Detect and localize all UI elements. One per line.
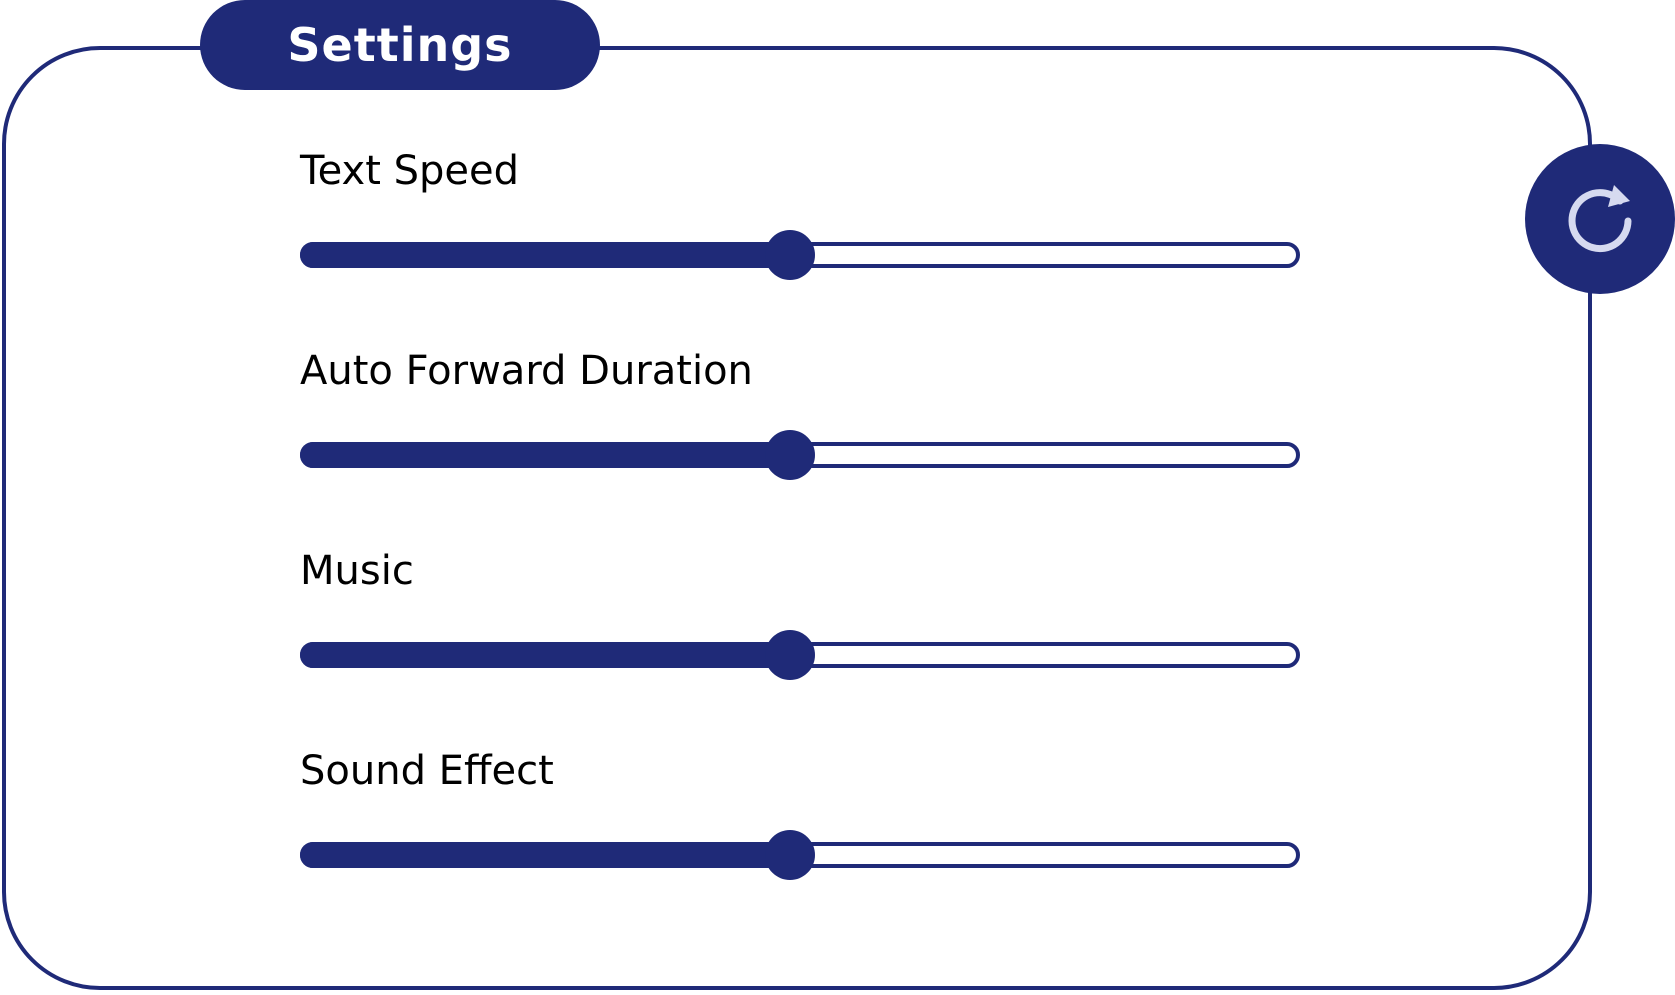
slider-fill [300,642,790,668]
sound-effect-slider[interactable] [300,830,1300,880]
auto-forward-duration-label: Auto Forward Duration [300,348,753,394]
auto-forward-duration-slider[interactable] [300,430,1300,480]
reset-icon [1568,185,1632,253]
slider-fill [300,842,790,868]
music-label: Music [300,548,414,594]
text-speed-slider[interactable] [300,230,1300,280]
title-tab: Settings [200,0,600,90]
text-speed-label: Text Speed [300,148,520,194]
reset-button[interactable] [1525,144,1675,294]
page-title: Settings [287,18,513,72]
sound-effect-label: Sound Effect [300,748,554,794]
slider-thumb[interactable] [765,230,815,280]
slider-thumb[interactable] [765,630,815,680]
music-slider[interactable] [300,630,1300,680]
slider-fill [300,442,790,468]
slider-thumb[interactable] [765,430,815,480]
slider-thumb[interactable] [765,830,815,880]
slider-fill [300,242,790,268]
